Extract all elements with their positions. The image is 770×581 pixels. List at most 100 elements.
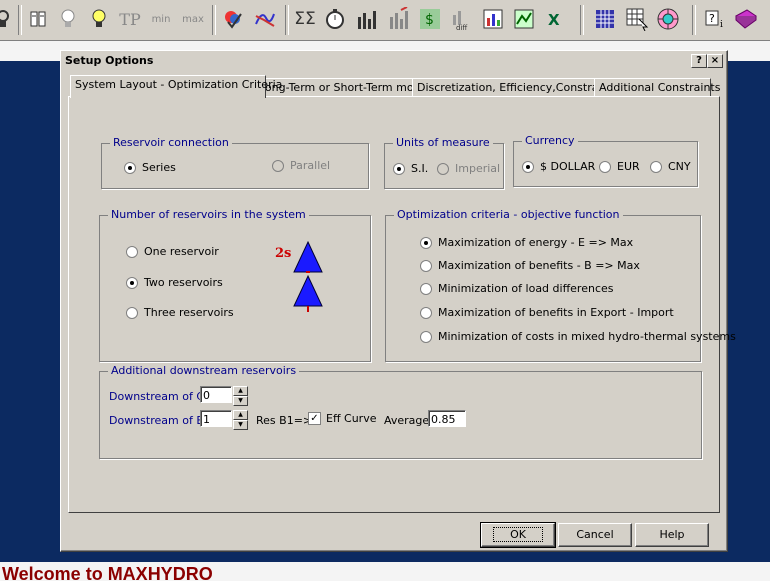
light-bulb-icon[interactable] bbox=[25, 5, 51, 33]
upper-reservoir-triangle bbox=[293, 240, 323, 273]
grid-cursor-icon[interactable] bbox=[624, 5, 650, 33]
eff-curve-checkbox[interactable]: ✓ Eff Curve bbox=[308, 412, 376, 425]
downstream-c-input[interactable]: 0 bbox=[200, 386, 232, 403]
tab-additional-constraints[interactable]: Additional Constraints bbox=[594, 78, 720, 97]
tab-panel: Reservoir connection Series Parallel Uni… bbox=[68, 96, 736, 513]
dollar-chart-icon[interactable]: $ bbox=[417, 5, 443, 33]
reservoir-connection-group: Reservoir connection Series Parallel bbox=[101, 136, 369, 189]
svg-text:i: i bbox=[720, 20, 723, 30]
radio-max-export-import[interactable]: Maximization of benefits in Export - Imp… bbox=[420, 306, 674, 319]
dialog-titlebar: Setup Options ? × bbox=[63, 53, 725, 69]
downstream-b-input[interactable]: 1 bbox=[200, 410, 232, 427]
radio-indicator bbox=[126, 306, 138, 319]
column-chart-icon[interactable] bbox=[480, 5, 506, 33]
light-bulb-on-icon[interactable] bbox=[55, 5, 81, 33]
radio-label: Parallel bbox=[290, 159, 331, 172]
excel-icon[interactable]: X bbox=[542, 5, 568, 33]
radio-si[interactable]: S.I. bbox=[393, 162, 428, 175]
tp-icon[interactable]: TP bbox=[117, 5, 143, 33]
sigma-icon[interactable]: ΣΣ bbox=[292, 5, 318, 33]
help-button[interactable]: Help bbox=[635, 523, 709, 547]
radio-indicator bbox=[272, 159, 284, 172]
checkbox-indicator: ✓ bbox=[308, 412, 321, 425]
group-legend: Reservoir connection bbox=[110, 136, 232, 149]
bar-chart-2-icon[interactable] bbox=[386, 5, 412, 33]
radio-min-costs-hydrothermal[interactable]: Minimization of costs in mixed hydro-the… bbox=[420, 330, 736, 343]
radio-indicator bbox=[522, 160, 534, 173]
dialog-title: Setup Options bbox=[65, 54, 154, 67]
line-chart-icon[interactable] bbox=[511, 5, 537, 33]
downstream-b-stepper[interactable]: ▲ ▼ bbox=[233, 410, 248, 430]
radio-parallel[interactable]: Parallel bbox=[272, 159, 330, 172]
tab-label: Long-Term or Short-Term mode bbox=[259, 81, 428, 94]
stacked-reservoirs-icon[interactable] bbox=[0, 5, 16, 33]
radio-eur[interactable]: EUR bbox=[599, 160, 640, 173]
spin-up-icon[interactable]: ▲ bbox=[233, 410, 248, 420]
welcome-banner: Welcome to MAXHYDRO bbox=[0, 562, 770, 581]
radio-imperial[interactable]: Imperial bbox=[437, 162, 500, 175]
optimization-criteria-group: Optimization criteria - objective functi… bbox=[385, 208, 736, 362]
radio-label: Three reservoirs bbox=[144, 306, 234, 319]
min-icon[interactable]: min bbox=[148, 5, 174, 33]
group-legend: Number of reservoirs in the system bbox=[108, 208, 309, 221]
radio-two-reservoirs[interactable]: Two reservoirs bbox=[126, 276, 223, 289]
radio-label: Maximization of benefits in Export - Imp… bbox=[438, 306, 674, 319]
globe-grid-icon[interactable] bbox=[655, 5, 681, 33]
radio-indicator bbox=[420, 259, 432, 272]
radio-dollar[interactable]: $ DOLLAR bbox=[522, 160, 595, 173]
group-legend: Currency bbox=[522, 134, 578, 147]
dialog-close-button[interactable]: × bbox=[707, 54, 723, 68]
radio-indicator bbox=[420, 306, 432, 319]
radio-max-energy[interactable]: Maximization of energy - E => Max bbox=[420, 236, 633, 249]
ok-button[interactable]: OK bbox=[480, 522, 556, 548]
button-label: Help bbox=[659, 528, 685, 541]
button-label: Cancel bbox=[576, 528, 614, 541]
group-legend: Units of measure bbox=[393, 136, 493, 149]
radio-series[interactable]: Series bbox=[124, 161, 176, 174]
diff-chart-icon[interactable]: diff bbox=[449, 5, 475, 33]
currency-group: Currency $ DOLLAR EUR CNY bbox=[513, 134, 698, 187]
diagram-label: 2s bbox=[275, 246, 292, 261]
spin-up-icon[interactable]: ▲ bbox=[233, 386, 248, 396]
toolbar-separator bbox=[18, 5, 22, 35]
radio-three-reservoirs[interactable]: Three reservoirs bbox=[126, 306, 234, 319]
palette-check-icon[interactable] bbox=[220, 5, 246, 33]
radio-label: EUR bbox=[617, 160, 640, 173]
radio-label: Maximization of energy - E => Max bbox=[438, 236, 634, 249]
bar-chart-icon[interactable] bbox=[354, 5, 380, 33]
cancel-button[interactable]: Cancel bbox=[558, 523, 632, 547]
radio-cny[interactable]: CNY bbox=[650, 160, 691, 173]
spin-down-icon[interactable]: ▼ bbox=[233, 420, 248, 430]
tab-discretization[interactable]: Discretization, Efficiency,Constraints bbox=[412, 78, 619, 97]
tab-label: System Layout - Optimization Criteria bbox=[75, 78, 283, 91]
radio-indicator bbox=[420, 282, 432, 295]
help-icon[interactable]: ? i bbox=[702, 5, 728, 33]
radio-label: Two reservoirs bbox=[144, 276, 223, 289]
checkbox-label: Eff Curve bbox=[326, 412, 377, 425]
max-icon[interactable]: max bbox=[180, 5, 206, 33]
radio-one-reservoir[interactable]: One reservoir bbox=[126, 245, 219, 258]
lower-reservoir-triangle bbox=[293, 274, 323, 307]
curve-icon[interactable] bbox=[252, 5, 278, 33]
tab-system-layout[interactable]: System Layout - Optimization Criteria bbox=[70, 75, 282, 98]
radio-indicator bbox=[650, 160, 662, 173]
radio-min-load-differences[interactable]: Minimization of load differences bbox=[420, 282, 613, 295]
downstream-c-stepper[interactable]: ▲ ▼ bbox=[233, 386, 248, 406]
book-icon[interactable] bbox=[733, 5, 759, 33]
radio-max-benefits[interactable]: Maximization of benefits - B => Max bbox=[420, 259, 640, 272]
stopwatch-icon[interactable] bbox=[322, 5, 348, 33]
grid-icon[interactable] bbox=[592, 5, 618, 33]
button-label: OK bbox=[493, 527, 543, 542]
dialog-help-button[interactable]: ? bbox=[691, 54, 707, 68]
downstream-b-label: Downstream of B bbox=[109, 414, 204, 427]
svg-text:$: $ bbox=[425, 12, 434, 28]
light-bulb-yellow-icon[interactable] bbox=[86, 5, 112, 33]
toolbar-separator bbox=[212, 5, 216, 35]
main-toolbar: TP min max ΣΣ $ diff X ? i bbox=[0, 0, 770, 41]
radio-label: Imperial bbox=[455, 162, 501, 175]
radio-indicator bbox=[124, 161, 136, 174]
radio-label: $ DOLLAR bbox=[540, 160, 596, 173]
spin-down-icon[interactable]: ▼ bbox=[233, 396, 248, 406]
average-input[interactable]: 0.85 bbox=[428, 410, 466, 427]
tab-label: Discretization, Efficiency,Constraints bbox=[417, 81, 619, 94]
